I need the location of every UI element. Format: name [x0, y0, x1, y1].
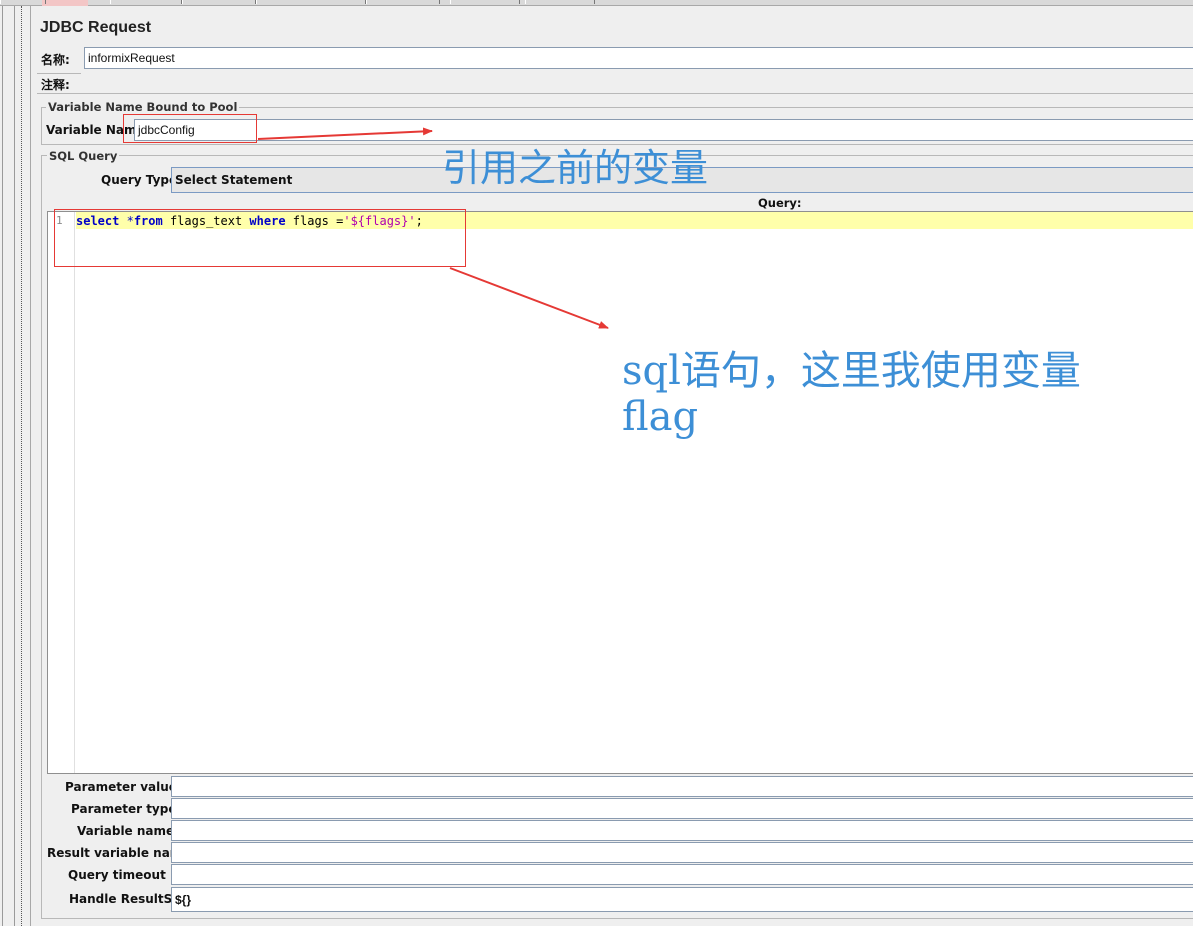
- annotation-note-variable: 引用之前的变量: [442, 146, 709, 190]
- arrow-to-variable-note: [257, 127, 433, 140]
- annotation-note-sql-line2: flag: [622, 394, 699, 440]
- annotation-note-sql-line1: sql语句，这里我使用变量: [622, 348, 1081, 394]
- arrow-to-sql-note: [449, 267, 609, 329]
